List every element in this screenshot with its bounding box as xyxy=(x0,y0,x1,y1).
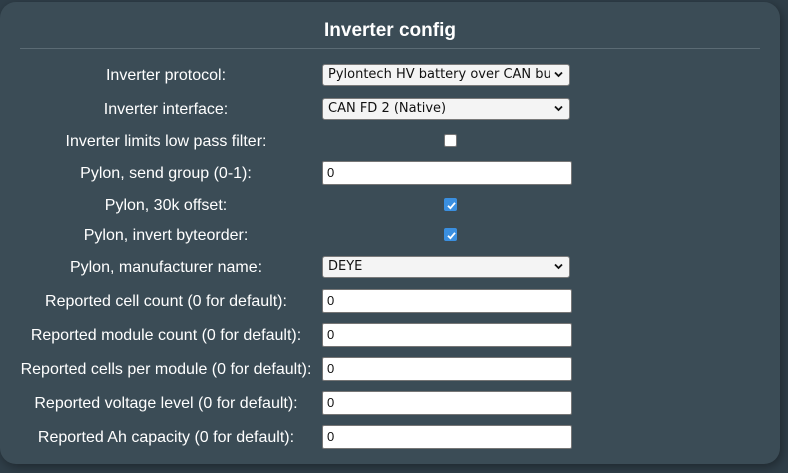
checkmark-icon xyxy=(447,202,456,210)
30k-offset-checkbox[interactable] xyxy=(444,198,457,211)
invert-byteorder-checkbox[interactable] xyxy=(444,228,457,241)
inverter-protocol-select[interactable]: Pylontech HV battery over CAN bus xyxy=(322,64,570,86)
invert-byteorder-label: Pylon, invert byteorder: xyxy=(83,227,249,244)
voltage-level-input[interactable]: 0 xyxy=(322,391,572,415)
inverter-interface-value: CAN FD 2 (Native) xyxy=(328,101,447,116)
manufacturer-name-value: DEYE xyxy=(328,259,363,274)
inverter-interface-label: Inverter interface: xyxy=(103,101,229,118)
chevron-down-icon xyxy=(554,71,563,78)
checkmark-icon xyxy=(447,232,456,240)
module-count-input[interactable]: 0 xyxy=(322,323,572,347)
cells-per-module-input[interactable]: 0 xyxy=(322,357,572,381)
ah-capacity-label: Reported Ah capacity (0 for default): xyxy=(37,429,295,446)
manufacturer-name-label: Pylon, manufacturer name: xyxy=(69,259,263,276)
30k-offset-label: Pylon, 30k offset: xyxy=(104,197,228,214)
panel-title: Inverter config xyxy=(324,20,456,41)
cell-count-label: Reported cell count (0 for default): xyxy=(45,293,287,310)
module-count-label: Reported module count (0 for default): xyxy=(30,327,302,344)
send-group-label: Pylon, send group (0-1): xyxy=(80,165,252,182)
low-pass-filter-checkbox[interactable] xyxy=(444,134,457,147)
inverter-protocol-value: Pylontech HV battery over CAN bus xyxy=(328,67,550,82)
send-group-input[interactable]: 0 xyxy=(322,161,572,185)
inverter-config-panel: Inverter config Inverter protocol: Pylon… xyxy=(0,2,780,464)
inverter-interface-select[interactable]: CAN FD 2 (Native) xyxy=(322,98,570,120)
inverter-protocol-label: Inverter protocol: xyxy=(105,67,227,84)
cell-count-input[interactable]: 0 xyxy=(322,289,572,313)
manufacturer-name-select[interactable]: DEYE xyxy=(322,256,570,278)
voltage-level-label: Reported voltage level (0 for default): xyxy=(34,395,298,412)
ah-capacity-input[interactable]: 0 xyxy=(322,425,572,449)
title-divider xyxy=(20,48,760,49)
low-pass-filter-label: Inverter limits low pass filter: xyxy=(65,133,267,150)
chevron-down-icon xyxy=(554,263,563,270)
chevron-down-icon xyxy=(554,105,563,112)
cells-per-module-label: Reported cells per module (0 for default… xyxy=(20,361,312,378)
